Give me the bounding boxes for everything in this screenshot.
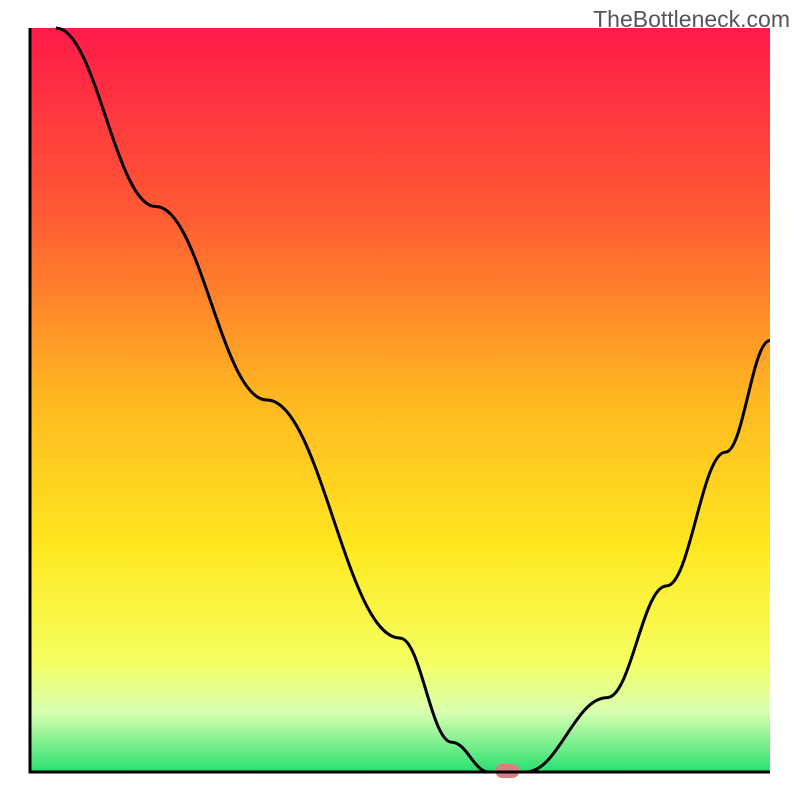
chart-container: TheBottleneck.com [0, 0, 800, 800]
watermark-text: TheBottleneck.com [593, 6, 790, 33]
bottleneck-chart [0, 0, 800, 800]
